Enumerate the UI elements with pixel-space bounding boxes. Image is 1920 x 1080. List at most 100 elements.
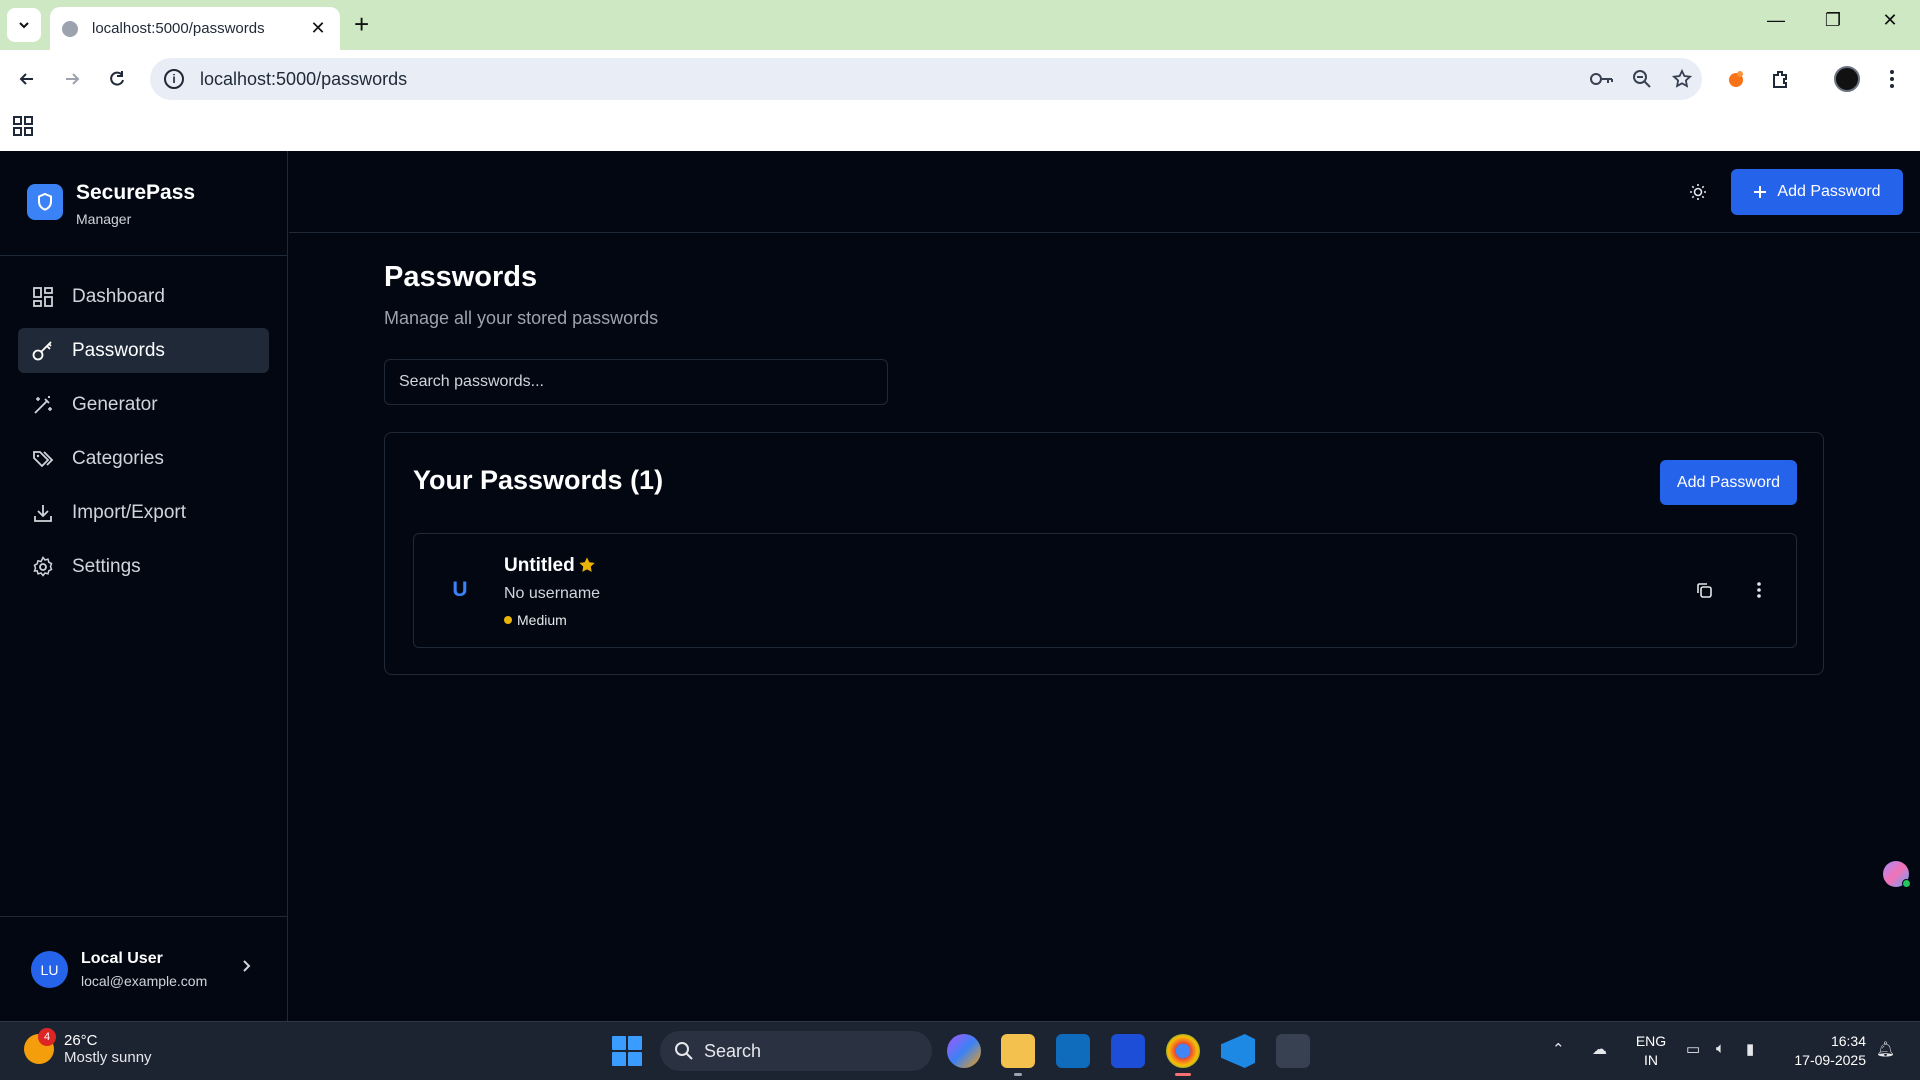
- taskbar-search[interactable]: Search: [660, 1031, 932, 1071]
- entry-name: Untitled: [504, 555, 575, 576]
- sidebar-item-label: Import/Export: [72, 501, 187, 523]
- close-window-button[interactable]: ✕: [1870, 10, 1910, 31]
- brand: SecurePass Manager: [0, 151, 287, 256]
- globe-icon: [62, 20, 78, 37]
- sidebar-item-label: Categories: [72, 447, 164, 469]
- copy-icon[interactable]: [1692, 578, 1716, 602]
- battery-icon[interactable]: ▮: [1746, 1040, 1754, 1058]
- clock-time: 16:34: [1830, 1033, 1866, 1049]
- weather-temp: 26°C: [64, 1032, 98, 1049]
- os-taskbar: 4 26°C Mostly sunny Search ⌃ ☁ ENG IN ▭ …: [0, 1021, 1920, 1080]
- search-icon: [675, 1042, 693, 1060]
- address-bar[interactable]: i localhost:5000/passwords: [150, 58, 1702, 100]
- zoom-icon[interactable]: [1622, 69, 1662, 89]
- page-title: Passwords: [384, 261, 538, 293]
- entry-initial: U: [452, 578, 468, 601]
- kebab-menu-icon[interactable]: [1877, 64, 1907, 94]
- sidebar-item-import-export[interactable]: Import/Export: [18, 490, 269, 535]
- sun-weather-icon: 4: [24, 1028, 56, 1064]
- arrow-right-icon: [66, 73, 80, 85]
- browser-toolbar: i localhost:5000/passwords: [0, 50, 1920, 108]
- sidebar-item-dashboard[interactable]: Dashboard: [18, 274, 269, 319]
- app-header: Add Password: [289, 151, 1920, 233]
- weather-badge: 4: [38, 1028, 56, 1046]
- sidebar-nav: Dashboard Passwords Generator Categories: [18, 274, 269, 598]
- sidebar-item-label: Passwords: [72, 339, 165, 361]
- add-password-button[interactable]: Add Password: [1660, 460, 1797, 505]
- profile-avatar[interactable]: [1832, 64, 1862, 94]
- onedrive-icon[interactable]: ☁: [1592, 1040, 1607, 1058]
- notification-bell-icon[interactable]: 🔔︎: [1876, 1040, 1895, 1058]
- close-tab-icon[interactable]: ✕: [308, 18, 328, 39]
- browser-tab[interactable]: localhost:5000/passwords ✕: [50, 7, 340, 50]
- header-add-password-label: Add Password: [1777, 183, 1881, 200]
- new-tab-button[interactable]: +: [354, 11, 369, 37]
- clock-date: 17-09-2025: [1794, 1052, 1866, 1068]
- address-url[interactable]: localhost:5000/passwords: [200, 69, 1582, 90]
- chrome-icon[interactable]: [1166, 1034, 1200, 1076]
- reload-button[interactable]: [102, 64, 132, 94]
- network-icon[interactable]: ▭: [1686, 1040, 1700, 1058]
- sidebar-item-label: Dashboard: [72, 285, 165, 307]
- browser-tabstrip: localhost:5000/passwords ✕ + — ❐ ✕: [0, 0, 1920, 50]
- online-status-icon: [1902, 879, 1911, 888]
- gear-icon: [32, 555, 54, 578]
- sidebar-item-categories[interactable]: Categories: [18, 436, 269, 481]
- floating-assistant-icon[interactable]: [1883, 861, 1911, 888]
- user-name: Local User: [81, 950, 163, 967]
- arrow-left-icon: [19, 73, 33, 85]
- back-button[interactable]: [12, 64, 42, 94]
- extension-icon[interactable]: [1721, 64, 1751, 94]
- strength-badge: Medium: [504, 612, 567, 628]
- input-language[interactable]: ENG IN: [1634, 1032, 1668, 1070]
- weather-widget[interactable]: 4 26°C Mostly sunny: [24, 1028, 152, 1066]
- wand-icon: [32, 394, 54, 416]
- forward-button[interactable]: [57, 64, 87, 94]
- reload-icon: [110, 71, 124, 86]
- tray-overflow-chevron-icon[interactable]: ⌃: [1552, 1040, 1565, 1058]
- taskbar-search-label: Search: [704, 1040, 762, 1061]
- search-input[interactable]: [384, 359, 888, 405]
- site-info-icon[interactable]: i: [164, 69, 184, 89]
- bookmark-star-icon[interactable]: [1662, 69, 1702, 89]
- password-entry[interactable]: U Untitled No username Medium: [413, 533, 1797, 648]
- sidebar-item-settings[interactable]: Settings: [18, 544, 269, 589]
- user-profile[interactable]: LU Local User local@example.com: [0, 916, 287, 1021]
- volume-icon[interactable]: 🔈︎: [1716, 1040, 1725, 1057]
- file-explorer-icon[interactable]: [1001, 1034, 1035, 1076]
- strength-label: Medium: [517, 612, 567, 628]
- clock[interactable]: 16:34 17-09-2025: [1786, 1032, 1866, 1070]
- favorite-star-icon[interactable]: [578, 556, 596, 579]
- page-subtitle: Manage all your stored passwords: [384, 308, 659, 328]
- shield-icon: [27, 184, 63, 220]
- tab-search-button[interactable]: [7, 8, 41, 42]
- terminal-icon[interactable]: [1276, 1034, 1310, 1068]
- brand-subtitle: Manager: [76, 211, 132, 227]
- restore-button[interactable]: ❐: [1813, 10, 1853, 31]
- windows-start-icon[interactable]: [612, 1036, 642, 1066]
- theme-toggle-sun-icon[interactable]: [1686, 180, 1710, 204]
- vscode-icon[interactable]: [1221, 1034, 1255, 1068]
- lang-line1: ENG: [1635, 1033, 1667, 1049]
- password-key-icon[interactable]: [1582, 72, 1622, 86]
- avatar: LU: [31, 951, 68, 988]
- user-email: local@example.com: [81, 973, 208, 989]
- sidebar-item-generator[interactable]: Generator: [18, 382, 269, 427]
- minimize-button[interactable]: —: [1756, 10, 1796, 31]
- sidebar-item-label: Settings: [72, 555, 141, 577]
- more-vertical-icon[interactable]: [1747, 578, 1771, 602]
- sidebar-item-passwords[interactable]: Passwords: [18, 328, 269, 373]
- tags-icon: [32, 448, 54, 470]
- header-add-password-button[interactable]: Add Password: [1731, 169, 1903, 215]
- sidebar-item-label: Generator: [72, 393, 158, 415]
- extensions-puzzle-icon[interactable]: [1766, 64, 1796, 94]
- passwords-card: Your Passwords (1) Add Password U Untitl…: [384, 432, 1824, 675]
- weather-desc: Mostly sunny: [64, 1049, 152, 1066]
- outlook-icon[interactable]: [1056, 1034, 1090, 1068]
- lang-line2: IN: [1644, 1052, 1658, 1068]
- apps-grid-icon[interactable]: [13, 116, 33, 141]
- app-icon[interactable]: [1111, 1034, 1145, 1068]
- chevron-right-icon[interactable]: [241, 959, 251, 978]
- tab-title: localhost:5000/passwords: [92, 20, 265, 37]
- copilot-icon[interactable]: [947, 1034, 981, 1068]
